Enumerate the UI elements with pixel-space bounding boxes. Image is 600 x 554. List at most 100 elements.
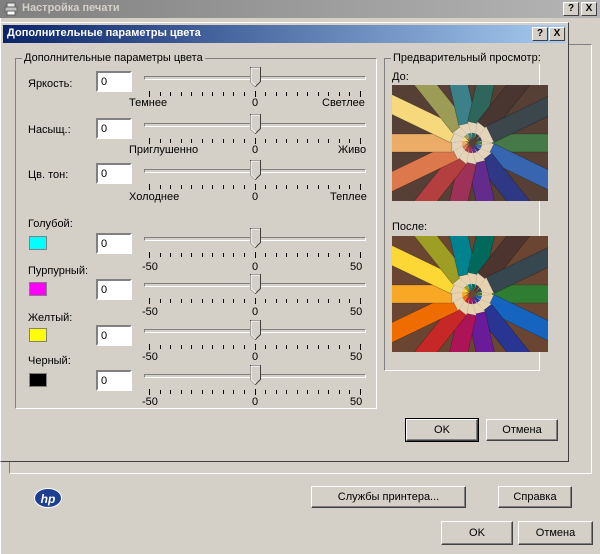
outer-help-text-button[interactable]: Справка bbox=[498, 486, 572, 508]
slider-tick bbox=[159, 299, 161, 303]
hue-input[interactable] bbox=[96, 163, 132, 184]
outer-help-button[interactable]: ? bbox=[563, 2, 579, 16]
color-options-group-title: Дополнительные параметры цвета bbox=[22, 52, 205, 64]
black-input[interactable] bbox=[96, 370, 132, 391]
saturation-slider[interactable] bbox=[144, 114, 366, 146]
slider-tick bbox=[296, 139, 298, 143]
outer-close-button[interactable]: X bbox=[581, 2, 597, 16]
magenta-min-label: -50 bbox=[142, 306, 158, 318]
dialog-ok-button[interactable]: OK bbox=[405, 418, 479, 442]
slider-tick bbox=[349, 139, 351, 143]
yellow-min-label: -50 bbox=[142, 351, 158, 363]
slider-tick bbox=[243, 390, 245, 394]
slider-tick bbox=[286, 139, 288, 143]
slider-tick bbox=[360, 344, 361, 350]
magenta-slider[interactable] bbox=[144, 274, 366, 306]
magenta-input[interactable] bbox=[96, 279, 132, 300]
outer-cancel-button[interactable]: Отмена bbox=[518, 521, 593, 545]
slider-thumb[interactable] bbox=[249, 160, 261, 180]
yellow-swatch bbox=[29, 328, 47, 342]
slider-tick bbox=[328, 345, 330, 349]
slider-tick bbox=[222, 253, 224, 257]
slider-thumb[interactable] bbox=[249, 114, 261, 134]
slider-tick bbox=[265, 253, 267, 257]
brightness-slider[interactable] bbox=[144, 67, 366, 99]
slider-tick bbox=[286, 92, 288, 96]
slider-tick bbox=[254, 389, 256, 395]
slider-tick bbox=[201, 253, 203, 257]
slider-tick bbox=[307, 390, 309, 394]
magenta-label: Пурпурный: bbox=[28, 265, 89, 277]
slider-tick bbox=[159, 185, 161, 189]
slider-tick bbox=[296, 92, 298, 96]
outer-ok-button[interactable]: OK bbox=[441, 521, 513, 545]
slider-tick bbox=[338, 345, 340, 349]
slider-tick bbox=[254, 184, 256, 190]
slider-tick bbox=[286, 185, 288, 189]
preview-group-title: Предварительный просмотр: bbox=[391, 52, 543, 64]
slider-thumb[interactable] bbox=[249, 320, 261, 340]
outer-title-bar: Настройка печати ? X bbox=[0, 0, 600, 18]
slider-tick bbox=[296, 253, 298, 257]
slider-tick bbox=[254, 252, 256, 258]
slider-tick bbox=[222, 139, 224, 143]
slider-tick bbox=[201, 185, 203, 189]
slider-tick bbox=[338, 299, 340, 303]
hp-logo: hp bbox=[34, 488, 62, 508]
slider-tick bbox=[243, 253, 245, 257]
slider-tick bbox=[212, 299, 214, 303]
slider-tick bbox=[159, 139, 161, 143]
dialog-title: Дополнительные параметры цвета bbox=[7, 27, 201, 39]
preview-after-image bbox=[392, 236, 548, 352]
cyan-input[interactable] bbox=[96, 233, 132, 254]
printer-services-button[interactable]: Службы принтера... bbox=[311, 486, 466, 508]
black-slider[interactable] bbox=[144, 365, 366, 397]
slider-tick bbox=[212, 92, 214, 96]
outer-window-title: Настройка печати bbox=[22, 2, 120, 14]
yellow-label: Желтый: bbox=[28, 312, 73, 324]
slider-tick bbox=[265, 139, 267, 143]
slider-tick bbox=[233, 390, 235, 394]
saturation-input[interactable] bbox=[96, 118, 132, 139]
dialog-help-button[interactable]: ? bbox=[532, 27, 548, 41]
slider-tick bbox=[212, 185, 214, 189]
slider-tick bbox=[233, 299, 235, 303]
yellow-slider[interactable] bbox=[144, 320, 366, 352]
slider-tick bbox=[191, 253, 193, 257]
slider-tick bbox=[360, 184, 361, 190]
slider-thumb[interactable] bbox=[249, 365, 261, 385]
hue-mid-label: 0 bbox=[252, 191, 259, 203]
slider-thumb[interactable] bbox=[249, 274, 261, 294]
slider-tick bbox=[149, 344, 150, 350]
slider-tick bbox=[328, 390, 330, 394]
slider-tick bbox=[212, 345, 214, 349]
slider-tick bbox=[191, 345, 193, 349]
cyan-slider[interactable] bbox=[144, 228, 366, 260]
yellow-input[interactable] bbox=[96, 325, 132, 346]
slider-tick bbox=[159, 390, 161, 394]
slider-tick bbox=[233, 92, 235, 96]
saturation-mid-label: 0 bbox=[252, 144, 259, 156]
dialog-close-button[interactable]: X bbox=[549, 27, 565, 41]
brightness-input[interactable] bbox=[96, 71, 132, 92]
slider-tick bbox=[201, 299, 203, 303]
slider-tick bbox=[149, 184, 150, 190]
slider-tick bbox=[328, 92, 330, 96]
cyan-swatch bbox=[29, 236, 47, 250]
slider-thumb[interactable] bbox=[249, 228, 261, 248]
slider-tick bbox=[170, 390, 172, 394]
slider-thumb[interactable] bbox=[249, 67, 261, 87]
slider-tick bbox=[159, 345, 161, 349]
dialog-cancel-button[interactable]: Отмена bbox=[486, 419, 558, 441]
slider-tick bbox=[265, 345, 267, 349]
magenta-mid-label: 0 bbox=[252, 306, 259, 318]
slider-tick bbox=[212, 390, 214, 394]
hue-slider[interactable] bbox=[144, 160, 366, 192]
slider-ticks bbox=[144, 344, 366, 350]
brightness-mid-label: 0 bbox=[252, 97, 259, 109]
slider-tick bbox=[170, 92, 172, 96]
saturation-max-label: Живо bbox=[338, 144, 367, 156]
slider-ticks bbox=[144, 389, 366, 395]
slider-tick bbox=[328, 185, 330, 189]
slider-tick bbox=[243, 92, 245, 96]
